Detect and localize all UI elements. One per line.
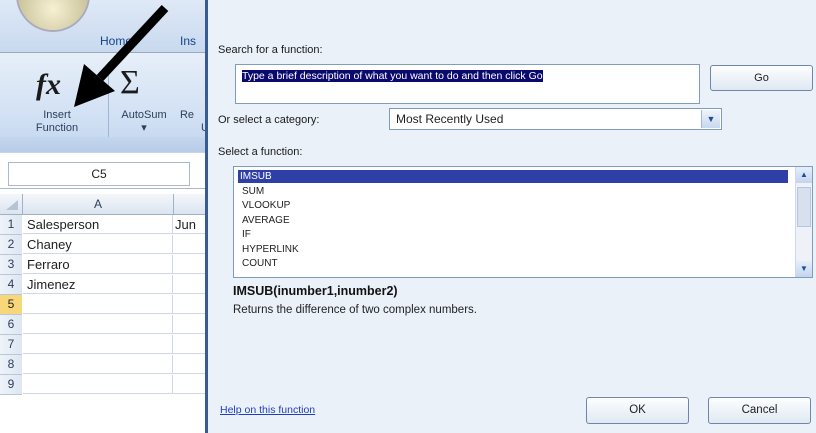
cell-a[interactable]: Salesperson: [23, 215, 173, 234]
cell-a[interactable]: [23, 375, 173, 394]
fx-icon: fx: [36, 68, 61, 101]
cell-a[interactable]: Chaney: [23, 235, 173, 254]
category-select[interactable]: Most Recently Used ▼: [389, 108, 722, 130]
cell-b[interactable]: [173, 295, 205, 314]
select-all-icon: [6, 200, 18, 210]
help-link[interactable]: Help on this function: [220, 404, 315, 416]
ok-button[interactable]: OK: [586, 397, 689, 424]
search-input-text: Type a brief description of what you wan…: [242, 70, 543, 82]
row-header[interactable]: 2: [0, 235, 22, 255]
row-header[interactable]: 5: [0, 295, 22, 315]
search-label: Search for a function:: [218, 44, 323, 56]
cell-a[interactable]: Jimenez: [23, 275, 173, 294]
row-header[interactable]: 1: [0, 215, 22, 235]
row-header[interactable]: 7: [0, 335, 22, 355]
function-list-item[interactable]: IMSUB: [238, 170, 788, 183]
excel-window: Home Ins fx Insert Function Σ AutoSum ▾ …: [0, 0, 205, 433]
function-list-item[interactable]: SUM: [240, 185, 782, 198]
cell-b[interactable]: [173, 275, 205, 294]
autosum-label: AutoSum: [121, 109, 167, 121]
row-header[interactable]: 6: [0, 315, 22, 335]
cell-b[interactable]: [173, 255, 205, 274]
tab-home[interactable]: Home: [100, 34, 132, 48]
column-header-a[interactable]: A: [22, 194, 174, 214]
insert-function-label-line2: Function: [35, 122, 79, 134]
chevron-down-icon[interactable]: ▾: [134, 122, 154, 135]
cell-b[interactable]: [173, 315, 205, 334]
go-button[interactable]: Go: [710, 65, 813, 91]
function-list-item[interactable]: IF: [240, 228, 782, 241]
cell-a[interactable]: [23, 335, 173, 354]
ribbon-separator: [108, 62, 109, 137]
scroll-down-icon[interactable]: ▼: [796, 261, 812, 277]
function-signature: IMSUB(inumber1,inumber2): [233, 284, 398, 298]
function-description: Returns the difference of two complex nu…: [233, 304, 477, 316]
ribbon-group-footer: [0, 137, 205, 152]
cell-b[interactable]: [173, 355, 205, 374]
chevron-down-icon[interactable]: ▼: [701, 110, 720, 128]
row-header[interactable]: 4: [0, 275, 22, 295]
cell-a[interactable]: [23, 355, 173, 374]
cell-b[interactable]: Jun: [173, 215, 205, 234]
cell-b[interactable]: [173, 235, 205, 254]
cancel-button[interactable]: Cancel: [708, 397, 811, 424]
tab-insert[interactable]: Ins: [180, 34, 196, 48]
function-list-scrollbar[interactable]: ▲ ▼: [795, 167, 812, 277]
cell-a[interactable]: [23, 295, 173, 314]
function-list-item[interactable]: VLOOKUP: [240, 199, 782, 212]
function-list-item[interactable]: HYPERLINK: [240, 243, 782, 256]
category-select-value: Most Recently Used: [396, 112, 504, 126]
cell-b[interactable]: [173, 335, 205, 354]
cell-a[interactable]: [23, 315, 173, 334]
row-header[interactable]: 3: [0, 255, 22, 275]
name-box[interactable]: C5: [8, 162, 190, 186]
row-header[interactable]: 8: [0, 355, 22, 375]
scroll-up-icon[interactable]: ▲: [796, 167, 812, 183]
cell-b[interactable]: [173, 375, 205, 394]
sigma-icon: Σ: [120, 64, 140, 101]
category-label: Or select a category:: [218, 114, 320, 126]
insert-function-dialog: Search for a function: Type a brief desc…: [205, 0, 816, 433]
cell-a[interactable]: Ferraro: [23, 255, 173, 274]
recently-used-label-fragment-2: U: [201, 122, 205, 134]
function-list-item[interactable]: COUNT: [240, 257, 782, 270]
recently-used-label-fragment: Re: [179, 109, 195, 121]
search-input[interactable]: Type a brief description of what you wan…: [235, 64, 700, 104]
function-list[interactable]: IMSUB SUM VLOOKUP AVERAGE IF HYPERLINK COUNT ▲…: [233, 166, 813, 278]
row-header[interactable]: 9: [0, 375, 22, 395]
function-list-item[interactable]: AVERAGE: [240, 214, 782, 227]
function-list-label: Select a function:: [218, 146, 303, 158]
scrollbar-thumb[interactable]: [797, 187, 811, 227]
insert-function-label-line1: Insert: [43, 109, 71, 121]
